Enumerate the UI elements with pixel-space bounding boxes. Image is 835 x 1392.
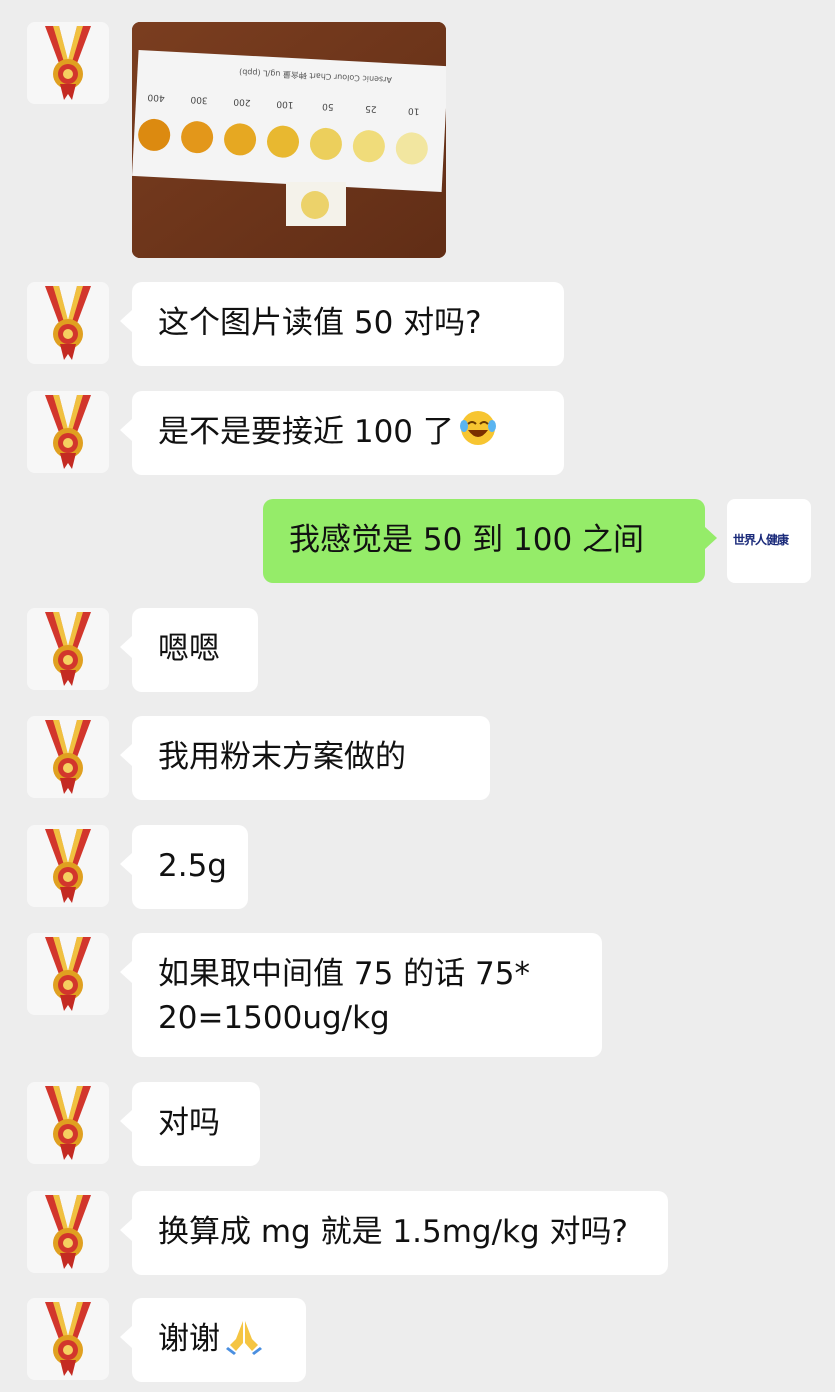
medal-avatar-icon bbox=[27, 933, 109, 1015]
message-text: 如果取中间值 75 的话 75* bbox=[158, 956, 530, 992]
chart-value-label: 200 bbox=[233, 96, 251, 107]
chat-photo[interactable]: Arsenic Colour Chart 砷含量 ug/L (ppb) 10 25… bbox=[132, 22, 446, 258]
message-bubble[interactable]: 对吗 bbox=[120, 1082, 260, 1166]
message-text: 我用粉末方案做的 bbox=[158, 739, 406, 775]
medal-avatar-icon bbox=[27, 22, 109, 104]
message-bubble[interactable]: 换算成 mg 就是 1.5mg/kg 对吗? bbox=[120, 1191, 668, 1275]
message-text: 我感觉是 50 到 100 之间 bbox=[289, 522, 645, 558]
medal-avatar-icon bbox=[27, 391, 109, 473]
medal-avatar-icon bbox=[27, 825, 109, 907]
avatar[interactable] bbox=[27, 282, 109, 364]
pray-hands-emoji-icon bbox=[226, 1321, 262, 1355]
message-text: 对吗 bbox=[158, 1105, 220, 1141]
message-bubble[interactable]: 我感觉是 50 到 100 之间 bbox=[263, 499, 717, 583]
message-bubble[interactable]: 是不是要接近 100 了 bbox=[120, 391, 564, 475]
message-text: 是不是要接近 100 了 bbox=[158, 391, 538, 457]
message-text: 这个图片读值 50 对吗? bbox=[158, 305, 482, 341]
medal-avatar-icon bbox=[27, 1082, 109, 1164]
message-bubble[interactable]: 2.5g bbox=[120, 825, 248, 909]
avatar[interactable] bbox=[27, 716, 109, 798]
medal-avatar-icon bbox=[27, 282, 109, 364]
message-text: 谢谢 bbox=[158, 1298, 280, 1364]
chart-value-label: 300 bbox=[190, 94, 208, 105]
message-bubble[interactable]: 这个图片读值 50 对吗? bbox=[120, 282, 564, 366]
avatar[interactable] bbox=[27, 22, 109, 104]
avatar[interactable] bbox=[27, 1082, 109, 1164]
message-text: 20=1500ug/kg bbox=[158, 1000, 390, 1036]
chart-value-label: 100 bbox=[276, 98, 294, 109]
laughing-tears-emoji-icon bbox=[459, 411, 496, 445]
message-text: 嗯嗯 bbox=[158, 631, 220, 667]
chart-value-label: 400 bbox=[147, 92, 165, 103]
my-avatar[interactable]: 世界人健康 bbox=[727, 499, 811, 583]
avatar[interactable] bbox=[27, 1298, 109, 1380]
avatar[interactable] bbox=[27, 608, 109, 690]
message-text: 换算成 mg 就是 1.5mg/kg 对吗? bbox=[158, 1214, 628, 1250]
message-bubble[interactable]: 我用粉末方案做的 bbox=[120, 716, 490, 800]
medal-avatar-icon bbox=[27, 1298, 109, 1380]
my-avatar-label: 世界人健康 bbox=[733, 533, 789, 547]
chart-value-label: 25 bbox=[365, 103, 377, 114]
medal-avatar-icon bbox=[27, 608, 109, 690]
chart-value-label: 50 bbox=[322, 101, 334, 112]
avatar[interactable] bbox=[27, 1191, 109, 1273]
medal-avatar-icon bbox=[27, 716, 109, 798]
medal-avatar-icon bbox=[27, 1191, 109, 1273]
message-bubble[interactable]: 嗯嗯 bbox=[120, 608, 258, 692]
message-bubble[interactable]: 如果取中间值 75 的话 75* 20=1500ug/kg bbox=[120, 933, 602, 1057]
chart-value-label: 10 bbox=[408, 105, 420, 116]
avatar[interactable] bbox=[27, 391, 109, 473]
sample-swatch bbox=[301, 191, 329, 219]
message-bubble[interactable]: 谢谢 bbox=[120, 1298, 306, 1382]
avatar[interactable] bbox=[27, 825, 109, 907]
avatar[interactable] bbox=[27, 933, 109, 1015]
message-text: 2.5g bbox=[158, 848, 227, 884]
